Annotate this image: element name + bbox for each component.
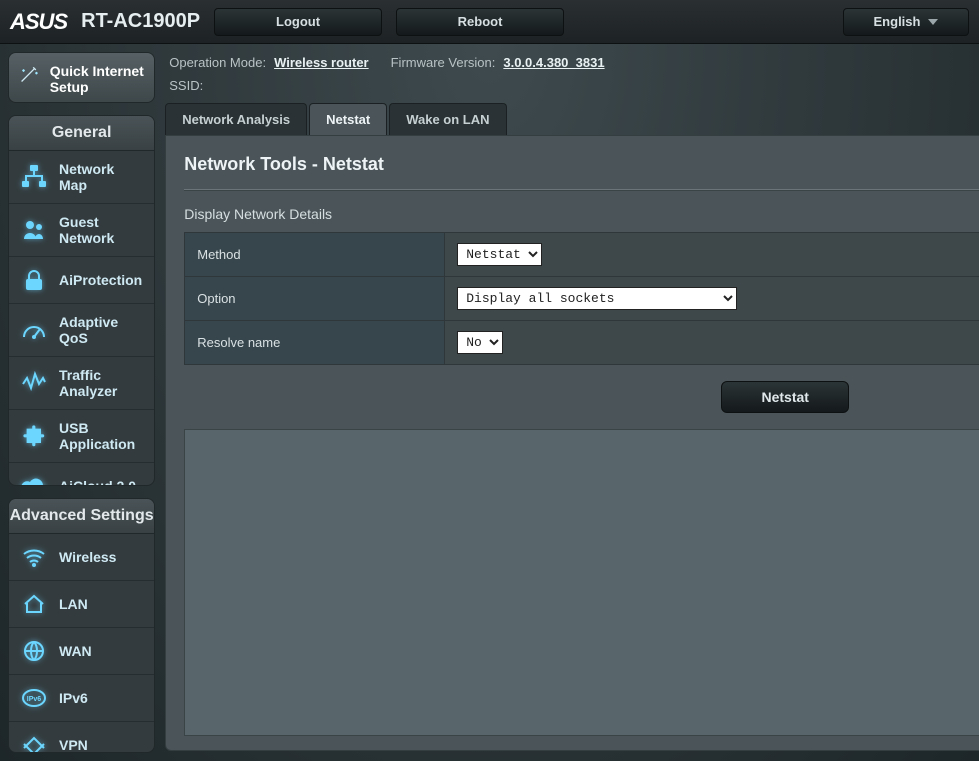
sidebar-item-aicloud[interactable]: AiCloud 2.0	[9, 463, 154, 486]
tabs: Network Analysis Netstat Wake on LAN	[165, 103, 979, 135]
sidebar-item-wan[interactable]: WAN	[9, 628, 154, 675]
sidebar-item-ipv6[interactable]: IPv6 IPv6	[9, 675, 154, 722]
op-mode-link[interactable]: Wireless router	[274, 55, 369, 70]
topbar: ASUS RT-AC1900P Logout Reboot English	[0, 0, 979, 44]
sidebar-item-vpn[interactable]: VPN	[9, 722, 154, 753]
sidebar-item-label: Adaptive QoS	[59, 314, 142, 346]
sidebar-item-label: IPv6	[59, 690, 88, 706]
output-pane[interactable]	[184, 429, 979, 736]
op-mode-label: Operation Mode:	[169, 55, 266, 70]
advanced-panel: Advanced Settings Wireless LAN WAN	[8, 498, 155, 753]
guest-network-icon	[21, 217, 47, 243]
output-content	[185, 430, 979, 736]
model-name: RT-AC1900P	[81, 10, 200, 33]
resolve-label: Resolve name	[185, 321, 445, 365]
general-header: General	[9, 116, 154, 151]
ssid-label: SSID:	[169, 78, 203, 93]
reboot-button[interactable]: Reboot	[396, 8, 564, 36]
vpn-icon	[21, 732, 47, 753]
sidebar-item-adaptive-qos[interactable]: Adaptive QoS	[9, 304, 154, 357]
netstat-button[interactable]: Netstat	[721, 381, 849, 413]
method-label: Method	[185, 233, 445, 277]
cloud-icon	[21, 473, 47, 486]
sidebar: Quick Internet Setup General Network Map…	[0, 44, 163, 761]
language-label: English	[874, 14, 921, 29]
wand-icon	[19, 66, 40, 92]
sidebar-item-label: Guest Network	[59, 214, 142, 246]
quick-setup-label: Quick Internet Setup	[50, 63, 145, 95]
option-label: Option	[185, 277, 445, 321]
lock-icon	[21, 267, 47, 293]
gauge-icon	[21, 317, 47, 343]
content-area: Operation Mode: Wireless router Firmware…	[163, 44, 979, 761]
sidebar-item-label: Wireless	[59, 549, 116, 565]
option-select[interactable]: Display all sockets	[457, 287, 737, 310]
sidebar-item-wireless[interactable]: Wireless	[9, 534, 154, 581]
sidebar-item-lan[interactable]: LAN	[9, 581, 154, 628]
globe-icon	[21, 638, 47, 664]
tab-wake-on-lan[interactable]: Wake on LAN	[389, 103, 506, 135]
logout-button[interactable]: Logout	[214, 8, 382, 36]
info-row-1: Operation Mode: Wireless router Firmware…	[165, 50, 979, 76]
sidebar-item-label: WAN	[59, 643, 92, 659]
settings-table: Method Netstat Option Display all socket…	[184, 232, 979, 365]
info-row-2: SSID:	[165, 76, 979, 97]
sidebar-item-label: AiProtection	[59, 272, 142, 288]
home-icon	[21, 591, 47, 617]
sidebar-item-aiprotection[interactable]: AiProtection	[9, 257, 154, 304]
main-card: Network Tools - Netstat Display Network …	[165, 135, 979, 751]
sidebar-item-label: AiCloud 2.0	[59, 478, 136, 486]
tab-netstat[interactable]: Netstat	[309, 103, 387, 135]
waveform-icon	[21, 370, 47, 396]
fw-link[interactable]: 3.0.0.4.380_3831	[503, 55, 604, 70]
chevron-down-icon	[928, 17, 938, 27]
sidebar-item-usb-application[interactable]: USB Application	[9, 410, 154, 463]
fw-label: Firmware Version:	[391, 55, 496, 70]
sidebar-item-guest-network[interactable]: Guest Network	[9, 204, 154, 257]
wifi-icon	[21, 544, 47, 570]
ipv6-icon: IPv6	[21, 685, 47, 711]
advanced-header: Advanced Settings	[9, 499, 154, 534]
resolve-select[interactable]: No	[457, 331, 503, 354]
section-subhead: Display Network Details	[184, 206, 979, 222]
sidebar-item-label: Network Map	[59, 161, 142, 193]
sidebar-item-traffic-analyzer[interactable]: Traffic Analyzer	[9, 357, 154, 410]
sidebar-item-label: LAN	[59, 596, 88, 612]
quick-internet-setup[interactable]: Quick Internet Setup	[9, 53, 154, 103]
language-dropdown[interactable]: English	[843, 8, 969, 36]
network-map-icon	[21, 164, 47, 190]
page-title: Network Tools - Netstat	[184, 154, 979, 175]
divider	[184, 189, 979, 190]
sidebar-item-label: Traffic Analyzer	[59, 367, 142, 399]
actions-row: Netstat	[184, 381, 979, 413]
tab-network-analysis[interactable]: Network Analysis	[165, 103, 307, 135]
sidebar-item-label: USB Application	[59, 420, 142, 452]
method-select[interactable]: Netstat	[457, 243, 542, 266]
svg-text:IPv6: IPv6	[27, 696, 42, 703]
brand-logo: ASUS	[10, 11, 67, 33]
general-panel: General Network Map Guest Network AiProt…	[8, 115, 155, 486]
sidebar-item-label: VPN	[59, 737, 88, 753]
sidebar-item-network-map[interactable]: Network Map	[9, 151, 154, 204]
puzzle-icon	[21, 423, 47, 449]
quick-setup-panel: Quick Internet Setup	[8, 52, 155, 103]
